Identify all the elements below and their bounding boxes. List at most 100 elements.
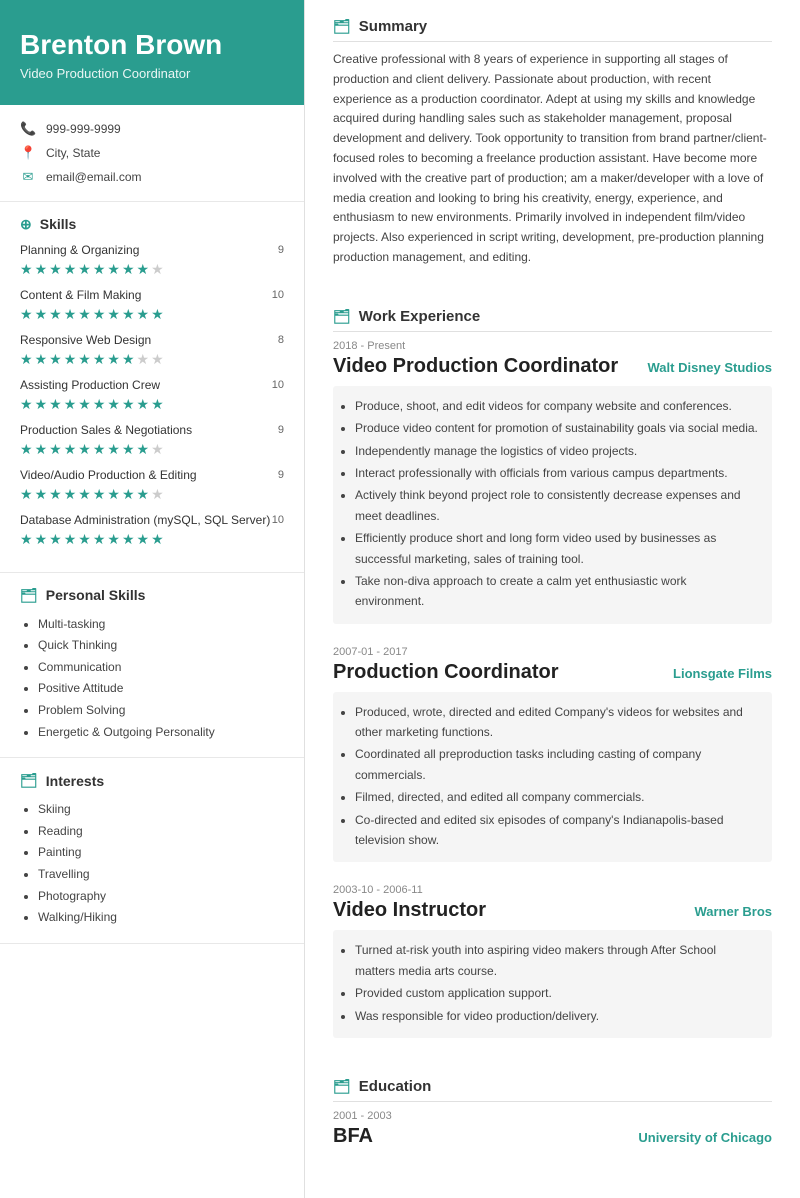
interests-section-title: 🗂 Interests <box>20 772 284 789</box>
work-experience-label: Work Experience <box>359 308 480 325</box>
job-title: Video Instructor <box>333 899 486 922</box>
skill-item: Responsive Web Design8★★★★★★★★★★ <box>20 333 284 368</box>
education-list: 2001 - 2003BFAUniversity of Chicago <box>333 1110 772 1148</box>
job-company: Warner Bros <box>694 904 772 919</box>
filled-star: ★ <box>20 441 33 458</box>
personal-skills-list: Multi-taskingQuick ThinkingCommunication… <box>20 614 284 744</box>
work-icon: 🗂 <box>333 308 351 325</box>
filled-star: ★ <box>64 441 77 458</box>
personal-skills-label: Personal Skills <box>46 587 146 603</box>
filled-star: ★ <box>137 441 150 458</box>
filled-star: ★ <box>107 351 120 368</box>
filled-star: ★ <box>49 351 62 368</box>
contact-address: 📍 City, State <box>20 145 284 161</box>
skills-list: Planning & Organizing9★★★★★★★★★★Content … <box>20 243 284 548</box>
filled-star: ★ <box>78 531 91 548</box>
empty-star: ★ <box>151 486 164 503</box>
summary-section: 🗂 Summary Creative professional with 8 y… <box>333 0 772 268</box>
empty-star: ★ <box>151 261 164 278</box>
job-block: 2018 - PresentVideo Production Coordinat… <box>333 340 772 624</box>
filled-star: ★ <box>107 261 120 278</box>
personal-skills-title: 🗂 Personal Skills <box>20 587 284 604</box>
address-value: City, State <box>46 146 100 160</box>
filled-star: ★ <box>122 351 135 368</box>
job-header: Video Production CoordinatorWalt Disney … <box>333 355 772 378</box>
filled-star: ★ <box>122 306 135 323</box>
filled-star: ★ <box>35 486 48 503</box>
filled-star: ★ <box>64 261 77 278</box>
education-label: Education <box>359 1078 432 1095</box>
filled-star: ★ <box>78 441 91 458</box>
summary-label: Summary <box>359 18 427 35</box>
skill-stars: ★★★★★★★★★★ <box>20 306 284 323</box>
summary-icon: 🗂 <box>333 18 351 35</box>
filled-star: ★ <box>137 486 150 503</box>
job-header: Video Instructor Warner Bros <box>333 899 772 922</box>
personal-skill-item: Positive Attitude <box>38 678 284 700</box>
personal-skill-item: Quick Thinking <box>38 635 284 657</box>
job-bullet: Turned at-risk youth into aspiring video… <box>355 940 758 981</box>
education-block: 2001 - 2003BFAUniversity of Chicago <box>333 1110 772 1148</box>
interest-item: Reading <box>38 821 284 843</box>
filled-star: ★ <box>49 396 62 413</box>
skill-score: 8 <box>278 334 284 346</box>
interest-item: Photography <box>38 886 284 908</box>
skill-item: Planning & Organizing9★★★★★★★★★★ <box>20 243 284 278</box>
filled-star: ★ <box>20 306 33 323</box>
job-bullet: Filmed, directed, and edited all company… <box>355 787 758 807</box>
education-section: 🗂 Education 2001 - 2003BFAUniversity of … <box>333 1060 772 1148</box>
skill-name: Production Sales & Negotiations <box>20 423 192 437</box>
filled-star: ★ <box>122 486 135 503</box>
filled-star: ★ <box>137 531 150 548</box>
jobs-list: 2018 - PresentVideo Production Coordinat… <box>333 340 772 1038</box>
education-title: 🗂 Education <box>333 1078 772 1102</box>
filled-star: ★ <box>49 441 62 458</box>
filled-star: ★ <box>35 441 48 458</box>
filled-star: ★ <box>64 306 77 323</box>
job-bullets: Turned at-risk youth into aspiring video… <box>333 930 772 1038</box>
filled-star: ★ <box>122 261 135 278</box>
filled-star: ★ <box>49 261 62 278</box>
skills-section: ⊕ Skills Planning & Organizing9★★★★★★★★★… <box>0 202 304 573</box>
skill-stars: ★★★★★★★★★★ <box>20 486 284 503</box>
filled-star: ★ <box>107 396 120 413</box>
filled-star: ★ <box>93 441 106 458</box>
job-date: 2007-01 - 2017 <box>333 646 772 658</box>
job-bullet: Produced, wrote, directed and edited Com… <box>355 702 758 743</box>
skill-stars: ★★★★★★★★★★ <box>20 531 284 548</box>
skill-stars: ★★★★★★★★★★ <box>20 441 284 458</box>
filled-star: ★ <box>137 396 150 413</box>
skill-score: 10 <box>272 289 284 301</box>
filled-star: ★ <box>64 486 77 503</box>
filled-star: ★ <box>137 306 150 323</box>
skill-stars: ★★★★★★★★★★ <box>20 396 284 413</box>
job-block: 2007-01 - 2017Production CoordinatorLion… <box>333 646 772 863</box>
filled-star: ★ <box>93 531 106 548</box>
filled-star: ★ <box>35 396 48 413</box>
job-bullet: Produce, shoot, and edit videos for comp… <box>355 396 758 416</box>
edu-header: BFAUniversity of Chicago <box>333 1125 772 1148</box>
job-bullet: Independently manage the logistics of vi… <box>355 441 758 461</box>
interest-item: Travelling <box>38 864 284 886</box>
filled-star: ★ <box>93 396 106 413</box>
job-bullet: Interact professionally with officials f… <box>355 463 758 483</box>
filled-star: ★ <box>78 261 91 278</box>
job-title: Production Coordinator <box>333 661 559 684</box>
personal-skill-item: Communication <box>38 657 284 679</box>
empty-star: ★ <box>151 351 164 368</box>
filled-star: ★ <box>151 531 164 548</box>
filled-star: ★ <box>122 396 135 413</box>
job-bullets: Produce, shoot, and edit videos for comp… <box>333 386 772 624</box>
filled-star: ★ <box>20 486 33 503</box>
filled-star: ★ <box>107 531 120 548</box>
filled-star: ★ <box>122 531 135 548</box>
interest-item: Skiing <box>38 799 284 821</box>
contact-email: ✉ email@email.com <box>20 169 284 185</box>
skills-section-title: ⊕ Skills <box>20 216 284 233</box>
edu-degree: BFA <box>333 1125 373 1148</box>
filled-star: ★ <box>78 396 91 413</box>
location-icon: 📍 <box>20 145 36 161</box>
personal-skill-item: Multi-tasking <box>38 614 284 636</box>
skill-name: Assisting Production Crew <box>20 378 160 392</box>
job-bullet: Actively think beyond project role to co… <box>355 485 758 526</box>
